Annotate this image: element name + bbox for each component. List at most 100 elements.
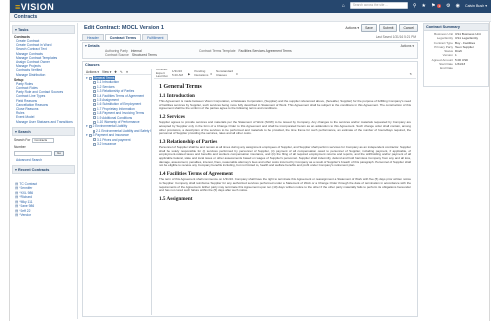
document-icon: ▤ [15,212,19,217]
actions-menu[interactable]: Actions ▾ [345,26,359,30]
refresh-icon[interactable]: ↻ [409,72,412,76]
search-icon[interactable]: ⚲ [413,3,417,9]
clause-checkbox-icon [88,125,92,129]
clause-checkbox-icon [93,138,96,142]
clause-checkbox-icon [93,81,96,85]
gear-icon[interactable]: ⚙ [446,3,450,9]
clause-checkbox-icon [93,120,96,124]
clauses-header: Clauses [85,63,100,67]
clause-paragraph: The term of this Agreement shall commenc… [159,177,411,193]
home-icon[interactable]: ⌂ [342,3,345,9]
search-header-label: Search [17,129,31,134]
cancel-button[interactable]: Cancel [399,24,418,32]
expand-icon[interactable]: ▾ [86,124,88,128]
summary-key: End Date [440,66,453,71]
number-input[interactable] [14,150,52,156]
main-panel: Edit Contract: MOCL Version 1 Actions ▾ … [80,23,420,319]
clause-paragraph: Personnel of Supplier shall be and remai… [159,144,411,168]
search-for-label: Search For [14,138,31,143]
advanced-search-link[interactable]: Advanced Search [16,158,75,162]
go-button[interactable]: Go [54,150,65,156]
summary-row: End Date [424,66,488,70]
tab-divider [80,40,420,41]
terms-template-row: Contract Terms Template Facilities Servic… [199,49,292,53]
app-logo[interactable]: ≡VISION [15,2,54,12]
clause-checkbox-icon [88,76,92,80]
clause-checkbox-icon [93,142,96,146]
expert-last-run-label: Contract Expert Last Run [156,69,169,79]
global-search-input[interactable]: Search across the site ... [349,2,408,9]
flag-icon[interactable]: ⚑ [431,3,435,9]
header-buttons: Actions ▾ Save Submit Cancel [345,24,418,32]
terms-template-label: Contract Terms Template [199,49,236,53]
contract-source-row: Contract Source Structured Terms [105,53,157,57]
tree-view-menu[interactable]: View ▾ [102,70,111,74]
clause-paragraph: This Agreement is made between Vision Co… [159,99,411,111]
document-body: 1 General Terms 1.1 Introduction This Agre… [154,79,416,205]
clause-checkbox-icon [93,111,96,115]
summary-value: 1/31/16 [455,62,466,67]
search-for-row: Search For Contracts [14,137,75,143]
expand-icon[interactable]: ▾ [86,133,88,137]
tasks-panel-header[interactable]: ▾ Tasks [12,25,75,34]
nonstandard-clauses-count[interactable]: 0 [236,72,238,76]
recent-header-label: Recent Contracts [17,168,50,173]
tree-actions-menu[interactable]: Actions ▾ [86,70,99,74]
add-icon[interactable]: ✚ [114,70,117,74]
clause-checkbox-icon [93,116,96,120]
delete-icon[interactable]: ✕ [126,70,129,74]
summary-rows: Business Unit US1 Business Unit Legal Enti… [424,31,488,71]
clause-checkbox-icon [93,85,96,89]
avatar[interactable]: ◉ [456,3,460,9]
details-header[interactable]: ▾ Details [85,44,100,48]
number-label: Number [14,144,26,149]
summary-header[interactable]: Contract Summary [424,24,488,31]
number-row: Number [14,145,75,149]
expert-last-run-value: 1/31/16 5:20 AM [172,69,184,77]
last-saved: Last Saved 1/31/16 5:21 PM [375,35,416,39]
clause-checkbox-icon [93,89,96,93]
document-toolbar: Contract Expert Last Run 1/31/16 5:20 AM… [154,69,416,79]
recent-contract-item[interactable]: ▤ *Vendor [15,213,75,217]
play-icon[interactable]: ▶ [188,72,190,76]
details-label: Details [87,44,100,48]
page-frame: ≡VISION ⌂ Search across the site ... ⚲ ★… [0,0,498,321]
clause-paragraph: Supplier agrees to provide services and … [159,120,411,136]
search-panel-header[interactable]: ▾ Search [12,126,75,136]
contract-document: Contract Expert Last Run 1/31/16 5:20 AM… [154,69,416,315]
expand-icon[interactable]: ▾ [86,76,88,80]
terms-template-value: Facilities Services Agreement Terms [238,49,292,53]
clause-tree-label: 3.2 Insurance [97,142,117,147]
logo-text: VISION [20,1,55,12]
tree-nodes: ▾ General Terms 1.1 Introduction 1.2 Servic… [84,75,151,147]
recent-list: ▤ TC Contract ▤ *Jennifer ▤ *XXL 986 ▤ *Richard… [12,182,75,217]
search-for-select[interactable]: Contracts [32,137,55,143]
tasks-header-label: Tasks [17,28,29,32]
sidebar-setup-link[interactable]: Manage User Statuses and Transitions [16,120,75,124]
submit-button[interactable]: Submit [378,24,398,32]
pending-deviations-count[interactable]: 0 [210,72,212,76]
recent-panel-header[interactable]: ▾ Recent Contracts [12,165,75,175]
page-title: Contracts [10,13,491,22]
edit-icon[interactable]: ✎ [120,70,123,74]
user-menu[interactable]: Calvin Bush ▾ [465,4,487,8]
star-icon[interactable]: ★ [422,3,426,9]
clause-checkbox-icon [93,107,96,111]
save-button[interactable]: Save [361,24,377,32]
edit-contract-title: Edit Contract: MOCL Version 1 [84,25,164,31]
notification-badge: 1 [437,3,442,8]
contract-summary-panel: Contract Summary Business Unit US1 Busine… [423,23,489,87]
clause-tree-node[interactable]: 3.2 Insurance [84,142,151,146]
contract-links: Create Contract Create Contract in Word Se… [12,39,75,77]
clause-checkbox-icon [93,129,95,133]
details-actions[interactable]: Actions ▾ [401,44,414,48]
top-header: ≡VISION ⌂ Search across the site ... ⚲ ★… [10,0,491,13]
clause-checkbox-icon [93,103,96,107]
clause-heading[interactable]: 1.5 Assignment [159,196,411,202]
sidebar-contract-link[interactable]: Manage Distribution [16,73,75,77]
clause-heading[interactable]: 1 General Terms [159,84,411,90]
contract-source-label: Contract Source [105,53,129,57]
number-input-row: Go [14,150,75,156]
pending-deviations-label: Pending Deviations [194,69,209,77]
clauses-section: Clauses Actions ▾ View ▾ ✚ ✎ ✕ ▾ General … [82,61,418,317]
